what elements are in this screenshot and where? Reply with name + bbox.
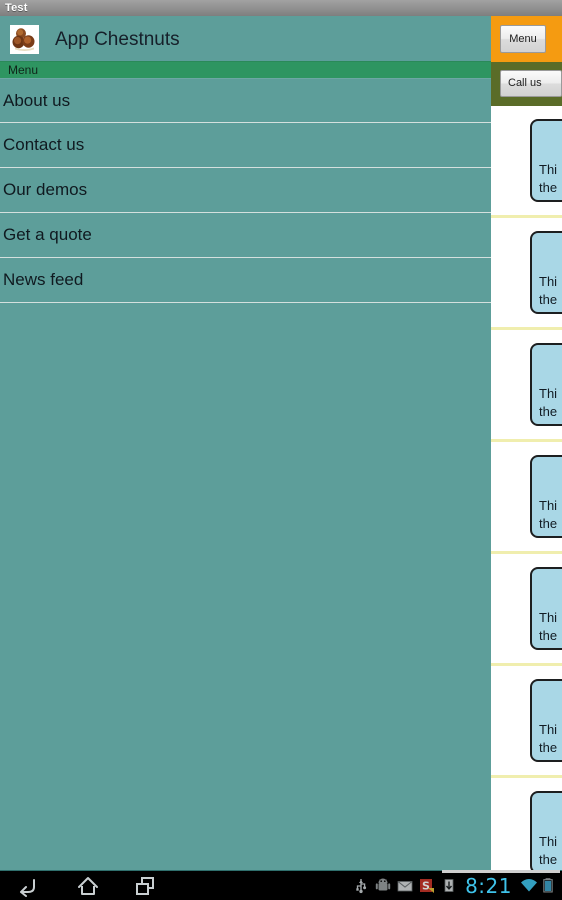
list-item[interactable]: Thi the — [491, 106, 562, 218]
usb-icon — [353, 877, 369, 894]
email-icon — [397, 877, 413, 894]
navbar-buttons — [0, 871, 200, 900]
list-item[interactable]: Thi the — [491, 442, 562, 554]
feed-bubble: Thi the — [530, 791, 562, 870]
right-content-panel: Menu Call us Thi the Thi the Thi the Thi… — [491, 16, 562, 870]
app-content: App Chestnuts Menu About us Contact us O… — [0, 16, 562, 870]
window-title: Test — [5, 2, 28, 14]
app-header: App Chestnuts — [0, 16, 491, 61]
recent-apps-icon[interactable] — [128, 875, 162, 897]
right-subbar: Call us — [491, 62, 562, 106]
feed-bubble: Thi the — [530, 119, 562, 202]
menu-item-label: Contact us — [3, 135, 85, 154]
list-item[interactable]: Thi the — [491, 330, 562, 442]
feed-bubble: Thi the — [530, 679, 562, 762]
menu-item-about-us[interactable]: About us — [0, 78, 491, 123]
menu-item-label: About us — [3, 91, 71, 110]
feed-bubble: Thi the — [530, 231, 562, 314]
app-title: App Chestnuts — [55, 29, 180, 50]
feed-bubble-text: Thi the — [539, 610, 558, 643]
list-item[interactable]: Thi the — [491, 554, 562, 666]
chestnuts-logo-icon — [10, 25, 39, 54]
feed-bubble: Thi the — [530, 567, 562, 650]
window-titlebar: Test — [0, 0, 562, 16]
back-arrow-icon[interactable] — [12, 875, 46, 897]
menu-item-label: Get a quote — [3, 225, 92, 244]
left-menu-panel: App Chestnuts Menu About us Contact us O… — [0, 16, 491, 870]
list-item[interactable]: Thi the — [491, 666, 562, 778]
screen: Test App Chestnuts Menu About us Contact… — [0, 0, 562, 900]
feed-bubble: Thi the — [530, 343, 562, 426]
menu-item-news-feed[interactable]: News feed — [0, 258, 491, 303]
menu-item-our-demos[interactable]: Our demos — [0, 168, 491, 213]
feed-bubble-text: Thi the — [539, 162, 558, 195]
wifi-icon — [520, 877, 537, 894]
call-us-button[interactable]: Call us — [500, 70, 562, 97]
list-item[interactable]: Thi the — [491, 778, 562, 870]
feed-bubble-text: Thi the — [539, 386, 558, 419]
menu-item-label: News feed — [3, 270, 84, 289]
svg-text:S: S — [422, 879, 430, 892]
menu-bar-label: Menu — [8, 63, 39, 77]
feed-bubble-text: Thi the — [539, 274, 558, 307]
feed-bubble-text: Thi the — [539, 498, 558, 531]
menu-item-contact-us[interactable]: Contact us — [0, 123, 491, 168]
menu-empty-area — [0, 303, 491, 870]
download-icon — [441, 877, 457, 894]
menu-list: About us Contact us Our demos Get a quot… — [0, 78, 491, 303]
menu-item-get-a-quote[interactable]: Get a quote — [0, 213, 491, 258]
right-topbar: Menu — [491, 16, 562, 62]
list-item[interactable]: Thi the — [491, 218, 562, 330]
feed-bubble-text: Thi the — [539, 834, 558, 867]
android-debug-icon — [375, 877, 391, 894]
feed-bubble-text: Thi the — [539, 722, 558, 755]
feed-bubble: Thi the — [530, 455, 562, 538]
status-tray[interactable]: S 8:21 — [353, 871, 558, 900]
status-clock: 8:21 — [465, 873, 512, 898]
s-app-icon: S — [419, 877, 435, 894]
home-icon[interactable] — [71, 875, 105, 897]
menu-item-label: Our demos — [3, 180, 88, 199]
battery-icon — [542, 877, 558, 894]
menu-button[interactable]: Menu — [500, 25, 546, 53]
menu-bar: Menu — [0, 61, 491, 79]
news-feed-list[interactable]: Thi the Thi the Thi the Thi the Thi the … — [491, 106, 562, 870]
android-navbar: S 8:21 — [0, 870, 562, 900]
